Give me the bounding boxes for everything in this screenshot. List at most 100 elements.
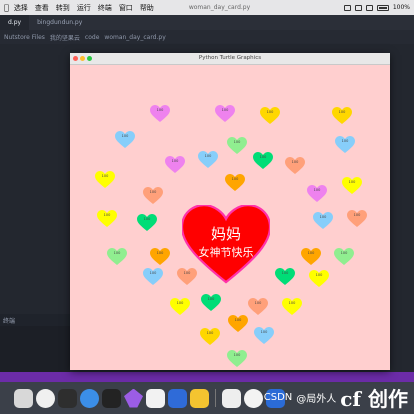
small-heart: 100	[143, 268, 163, 285]
turtle-canvas[interactable]: 妈妈 女神节快乐 100 100 100 100 100 100 100 100 100 100 1…	[70, 65, 390, 370]
heart-label: 100	[206, 331, 214, 335]
app-icon[interactable]	[222, 388, 241, 408]
small-heart: 100	[248, 298, 268, 315]
small-heart: 100	[301, 248, 321, 265]
heart-label: 100	[113, 251, 121, 255]
small-heart: 100	[107, 248, 127, 265]
finder-icon[interactable]	[14, 388, 33, 408]
heart-label: 100	[281, 271, 289, 275]
window-titlebar[interactable]: Python Turtle Graphics	[70, 53, 390, 65]
app-icon[interactable]	[102, 388, 121, 408]
menu-select[interactable]: 选择	[14, 3, 28, 13]
editor-tab-strip: d.py bingdundun.py	[0, 15, 414, 30]
heart-label: 100	[207, 297, 215, 301]
watermark-user: @局外人	[296, 394, 337, 405]
launchpad-icon[interactable]	[36, 388, 55, 408]
small-heart: 100	[200, 328, 220, 345]
small-heart: 100	[201, 294, 221, 311]
editor-status-bar	[0, 372, 414, 382]
app-icon[interactable]	[190, 388, 209, 408]
small-heart: 100	[225, 174, 245, 191]
battery-icon[interactable]	[376, 4, 389, 11]
menu-bar:  选择 查看 转到 运行 终端 窗口 帮助 woman_day_card.py…	[0, 0, 414, 15]
small-heart: 100	[95, 171, 115, 188]
heart-label: 100	[266, 110, 274, 114]
small-heart: 100	[227, 350, 247, 367]
heart-label: 100	[156, 108, 164, 112]
heart-label: 100	[149, 271, 157, 275]
tab-terminal[interactable]: 终端	[3, 316, 15, 325]
menu-terminal[interactable]: 终端	[98, 3, 112, 13]
small-heart: 100	[332, 107, 352, 124]
tab-bingdundun[interactable]: bingdundun.py	[29, 15, 90, 30]
menu-window[interactable]: 窗口	[119, 3, 133, 13]
safari-icon[interactable]	[80, 388, 99, 408]
heart-label: 100	[353, 213, 361, 217]
heart-label: 100	[176, 301, 184, 305]
small-heart: 100	[307, 185, 327, 202]
heart-label: 100	[313, 188, 321, 192]
app-icon[interactable]	[168, 388, 187, 408]
small-heart: 100	[97, 210, 117, 227]
heart-label: 100	[338, 110, 346, 114]
obsidian-icon[interactable]	[124, 388, 143, 408]
heart-label: 100	[307, 251, 315, 255]
document-title: woman_day_card.py	[184, 4, 250, 11]
breadcrumb-item[interactable]: 我的坚果云	[50, 33, 80, 42]
chrome-icon[interactable]	[244, 388, 263, 408]
heart-label: 100	[221, 108, 229, 112]
heart-title: 妈妈	[210, 225, 241, 243]
apple-menu-icon[interactable]: 	[4, 3, 9, 12]
wifi-icon[interactable]	[354, 4, 362, 11]
small-heart: 100	[334, 248, 354, 265]
battery-percent: 100%	[392, 4, 410, 11]
code-editor[interactable]	[0, 44, 70, 314]
heart-label: 100	[259, 155, 267, 159]
heart-label: 100	[340, 251, 348, 255]
small-heart: 100	[309, 270, 329, 287]
heart-label: 100	[149, 190, 157, 194]
terminal-app-icon[interactable]	[58, 388, 77, 408]
small-heart: 100	[313, 212, 333, 229]
heart-label: 100	[291, 160, 299, 164]
breadcrumb-item[interactable]: code	[85, 34, 99, 41]
control-icon[interactable]	[365, 4, 373, 11]
heart-label: 100	[260, 330, 268, 334]
heart-label: 100	[315, 273, 323, 277]
dock-separator	[215, 389, 216, 407]
heart-label: 100	[254, 301, 262, 305]
display-icon[interactable]	[343, 4, 351, 11]
turtle-graphics-window[interactable]: Python Turtle Graphics 妈妈 女神节快乐 100 100 10…	[70, 53, 390, 370]
small-heart: 100	[227, 137, 247, 154]
small-heart: 100	[275, 268, 295, 285]
window-title: Python Turtle Graphics	[198, 55, 262, 61]
small-heart: 100	[115, 131, 135, 148]
status-area: 100%	[343, 4, 410, 11]
menu-view[interactable]: 查看	[35, 3, 49, 13]
heart-label: 100	[288, 301, 296, 305]
menu-help[interactable]: 帮助	[140, 3, 154, 13]
notes-icon[interactable]	[146, 388, 165, 408]
small-heart: 100	[137, 214, 157, 231]
terminal-output[interactable]	[0, 326, 70, 372]
watermark: CSDN @局外人 cf 创作	[264, 383, 408, 412]
heart-subtitle: 女神节快乐	[198, 246, 254, 259]
small-heart: 100	[143, 187, 163, 204]
heart-label: 100	[204, 154, 212, 158]
small-heart: 100	[254, 327, 274, 344]
heart-label: 100	[233, 140, 241, 144]
panel-tabs: 终端	[0, 314, 70, 326]
small-heart: 100	[342, 177, 362, 194]
breadcrumb-item[interactable]: Nutstore Files	[4, 34, 45, 41]
heart-label: 100	[183, 271, 191, 275]
small-heart: 100	[228, 315, 248, 332]
heart-label: 100	[348, 180, 356, 184]
small-heart: 100	[347, 210, 367, 227]
tab-d-py[interactable]: d.py	[0, 15, 30, 30]
heart-label: 100	[101, 174, 109, 178]
small-heart: 100	[165, 156, 185, 173]
menu-go[interactable]: 转到	[56, 3, 70, 13]
breadcrumb-item[interactable]: woman_day_card.py	[104, 34, 165, 41]
menu-run[interactable]: 运行	[77, 3, 91, 13]
small-heart: 100	[253, 152, 273, 169]
